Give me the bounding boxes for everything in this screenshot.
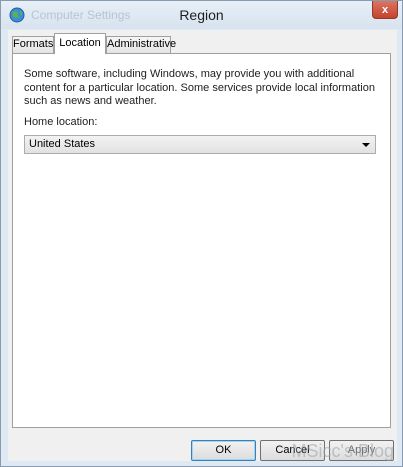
watermark: MSicc's Blog — [291, 441, 394, 461]
close-icon: x — [381, 3, 389, 16]
home-location-dropdown[interactable]: United States — [24, 135, 376, 154]
window-title: Region — [179, 7, 224, 23]
home-location-label: Home location: — [24, 116, 98, 128]
dialog-client-area: Formats Location Administrative Some sof… — [8, 30, 397, 461]
tab-administrative[interactable]: Administrative — [106, 36, 176, 53]
chevron-down-icon — [362, 143, 370, 147]
title-bar[interactable]: Computer Settings Region x — [1, 1, 402, 29]
tab-location[interactable]: Location — [54, 33, 106, 54]
region-dialog: Computer Settings Region x Formats Locat… — [0, 0, 403, 467]
close-button[interactable]: x — [372, 1, 398, 19]
tab-formats[interactable]: Formats — [12, 36, 54, 53]
home-location-value: United States — [29, 138, 96, 150]
location-description: Some software, including Windows, may pr… — [24, 68, 375, 107]
location-tab-panel: Some software, including Windows, may pr… — [12, 53, 391, 428]
ok-button[interactable]: OK — [191, 440, 256, 461]
